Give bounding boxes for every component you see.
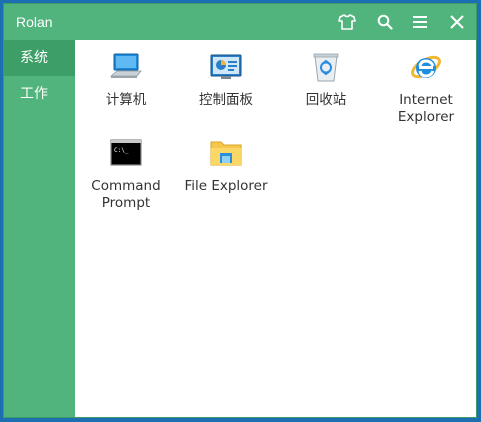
app-computer[interactable]: 计算机 [76,50,176,136]
app-grid-panel: 计算机 控制面板 回收站 Internet Explorer C:\_ Comm… [75,40,476,417]
internet-explorer-icon [409,50,443,84]
app-label: Command Prompt [91,178,161,211]
shirt-icon [338,14,356,30]
file-explorer-icon [209,136,243,170]
close-button[interactable] [445,10,469,34]
computer-icon [109,50,143,84]
app-label: File Explorer [184,178,268,194]
app-recycle-bin[interactable]: 回收站 [276,50,376,136]
menu-icon [413,16,427,28]
app-grid: 计算机 控制面板 回收站 Internet Explorer C:\_ Comm… [75,40,476,222]
recycle-bin-icon [309,50,343,84]
app-label: Internet Explorer [397,92,455,125]
rolan-window: Rolan 系统 工作 计算机 控制面板 回收站 Internet Explor… [3,3,477,418]
window-title: Rolan [16,14,53,30]
close-icon [450,15,464,29]
sidebar-item-label: 工作 [20,86,48,102]
control-panel-icon [209,50,243,84]
sidebar-item-label: 系统 [20,50,48,66]
search-button[interactable] [373,10,397,34]
app-label: 控制面板 [199,92,253,108]
app-internet-explorer[interactable]: Internet Explorer [376,50,476,136]
sidebar-item-work[interactable]: 工作 [4,76,75,112]
search-icon [377,14,393,30]
app-file-explorer[interactable]: File Explorer [176,136,276,222]
app-control-panel[interactable]: 控制面板 [176,50,276,136]
app-label: 计算机 [105,92,147,108]
svg-text:C:\_: C:\_ [114,147,129,154]
menu-button[interactable] [408,10,432,34]
sidebar: 系统 工作 [4,40,75,417]
command-prompt-icon: C:\_ [109,136,143,170]
title-bar[interactable]: Rolan [4,4,476,40]
app-command-prompt[interactable]: C:\_ Command Prompt [76,136,176,222]
sidebar-item-system[interactable]: 系统 [4,40,75,76]
app-label: 回收站 [305,92,347,108]
skin-button[interactable] [335,10,359,34]
